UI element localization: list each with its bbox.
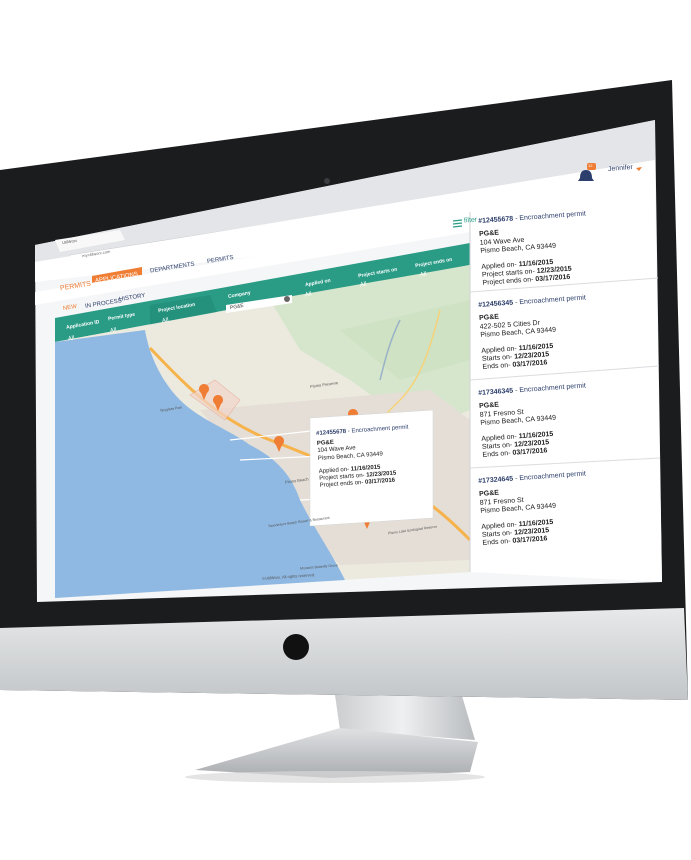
permit-ends-date: 03/17/2016 (512, 447, 548, 458)
filter-application-id-value[interactable]: All (68, 335, 76, 342)
permit-id: #12455678 (478, 215, 514, 225)
permit-ends-label: Ends on- (482, 538, 513, 548)
filter-project-location-value[interactable]: All (162, 317, 170, 324)
filter-project-ends-value[interactable]: All (420, 271, 428, 278)
filter-project-starts-value[interactable]: All (360, 281, 368, 288)
permit-ends-label: Ends on- (482, 450, 513, 460)
popup-content[interactable]: #12455678 - Encroachment permit PG&E 104… (316, 425, 412, 491)
notification-count: 12 (588, 163, 593, 168)
permit-ends-label: Ends on- (482, 362, 513, 372)
permit-id: #12456345 (478, 299, 514, 309)
filter-applied-on-value[interactable]: All (305, 291, 313, 298)
permit-card[interactable]: #17346345 - Encroachment permit PG&E 871… (478, 382, 590, 460)
permit-id: #17324645 (478, 475, 514, 485)
permit-ends-date: 03/17/2016 (512, 535, 548, 546)
filter-label[interactable]: filter (464, 216, 478, 224)
permit-card[interactable]: #17324645 - Encroachment permit PG&E 871… (478, 470, 590, 548)
permit-id: #17346345 (478, 387, 514, 397)
permit-ends-date: 03/17/2016 (535, 274, 571, 284)
permit-ends-date: 03/17/2016 (512, 359, 548, 370)
permit-card[interactable]: #12455678 - Encroachment permit PG&E 104… (478, 210, 590, 288)
clear-icon (284, 296, 290, 302)
popup-id: #12455678 (316, 428, 347, 437)
popup-ends-date: 03/17/2016 (364, 477, 396, 486)
filter-permit-type-value[interactable]: All (110, 327, 118, 334)
permit-card[interactable]: #12456345 - Encroachment permit PG&E 422… (478, 294, 590, 372)
